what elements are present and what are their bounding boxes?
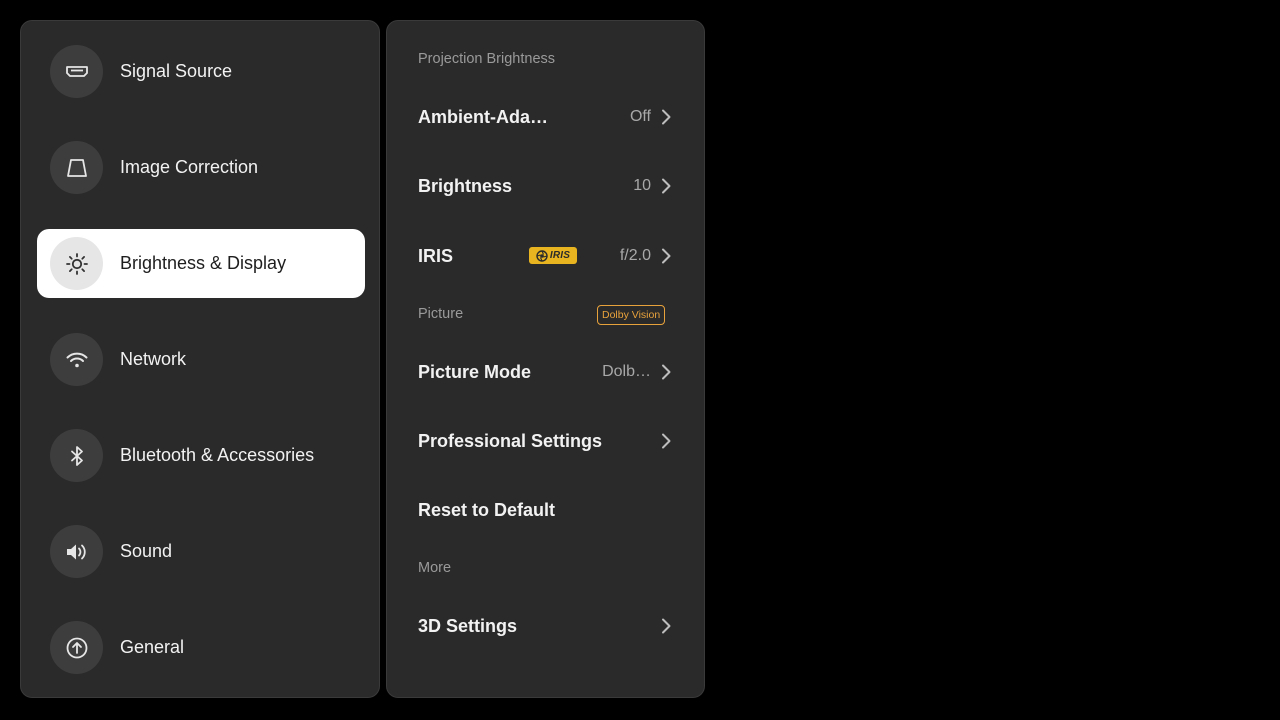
setting-value: Off [629,108,651,125]
sidebar-item-sound[interactable]: Sound [37,517,365,586]
iris-badge: IRIS [529,247,577,264]
sidebar-item-label: Signal Source [120,61,233,81]
setting-label: Reset to Default [418,500,556,520]
dolby-vision-badge: Dolby Vision [597,305,666,325]
setting-row-brightness[interactable]: Brightness 10 [403,157,691,215]
speaker-icon [50,525,103,578]
setting-label: Picture Mode [418,362,532,382]
setting-label: Professional Settings [418,431,603,451]
section-header-more: More [418,560,452,576]
sidebar-item-label: Network [120,349,187,369]
chevron-right-icon [662,109,671,125]
wifi-icon [50,333,103,386]
setting-label: 3D Settings [418,616,518,636]
sidebar-item-brightness-display[interactable]: Brightness & Display [37,229,365,298]
setting-label: IRIS [418,246,454,266]
iris-badge-label: IRIS [549,250,571,261]
setting-row-professional-settings[interactable]: Professional Settings [403,412,691,470]
setting-row-ambient-adaptive[interactable]: Ambient-Ada… Off [403,88,691,146]
sidebar-item-label: Bluetooth & Accessories [120,445,315,465]
sidebar-item-label: Image Correction [120,157,259,177]
section-header-picture: Picture [418,306,464,322]
sidebar-item-general[interactable]: General [37,613,365,682]
sidebar-item-signal-source[interactable]: Signal Source [37,37,365,106]
aperture-icon [536,249,548,262]
settings-screen: Signal Source Image Correction Brightnes… [0,0,1280,720]
keystone-trapezoid-icon [50,141,103,194]
setting-row-reset-to-default[interactable]: Reset to Default [403,481,691,539]
sun-icon [50,237,103,290]
chevron-right-icon [662,364,671,380]
setting-row-picture-mode[interactable]: Picture Mode Dolb… [403,343,691,401]
sidebar-item-bluetooth[interactable]: Bluetooth & Accessories [37,421,365,490]
setting-label: Brightness [418,176,513,196]
setting-value: Dolb… [602,363,651,380]
setting-label: Ambient-Ada… [418,107,548,127]
chevron-right-icon [662,618,671,634]
setting-row-3d-settings[interactable]: 3D Settings [403,597,691,655]
setting-row-iris[interactable]: IRIS IRIS f/2.0 [403,227,691,285]
sidebar-item-label: General [120,637,185,657]
sidebar-item-label: Sound [120,541,173,561]
sidebar-item-image-correction[interactable]: Image Correction [37,133,365,202]
arrow-up-circle-icon [50,621,103,674]
sidebar-item-network[interactable]: Network [37,325,365,394]
chevron-right-icon [662,248,671,264]
category-sidebar: Signal Source Image Correction Brightnes… [20,20,380,698]
sidebar-item-label: Brightness & Display [120,253,287,273]
hdmi-port-icon [50,45,103,98]
setting-value: 10 [633,177,651,194]
chevron-right-icon [662,178,671,194]
settings-detail-panel: Projection Brightness Ambient-Ada… Off B… [386,20,705,698]
bluetooth-icon [50,429,103,482]
setting-value: f/2.0 [619,247,651,264]
chevron-right-icon [662,433,671,449]
section-header-projection-brightness: Projection Brightness [418,51,556,67]
